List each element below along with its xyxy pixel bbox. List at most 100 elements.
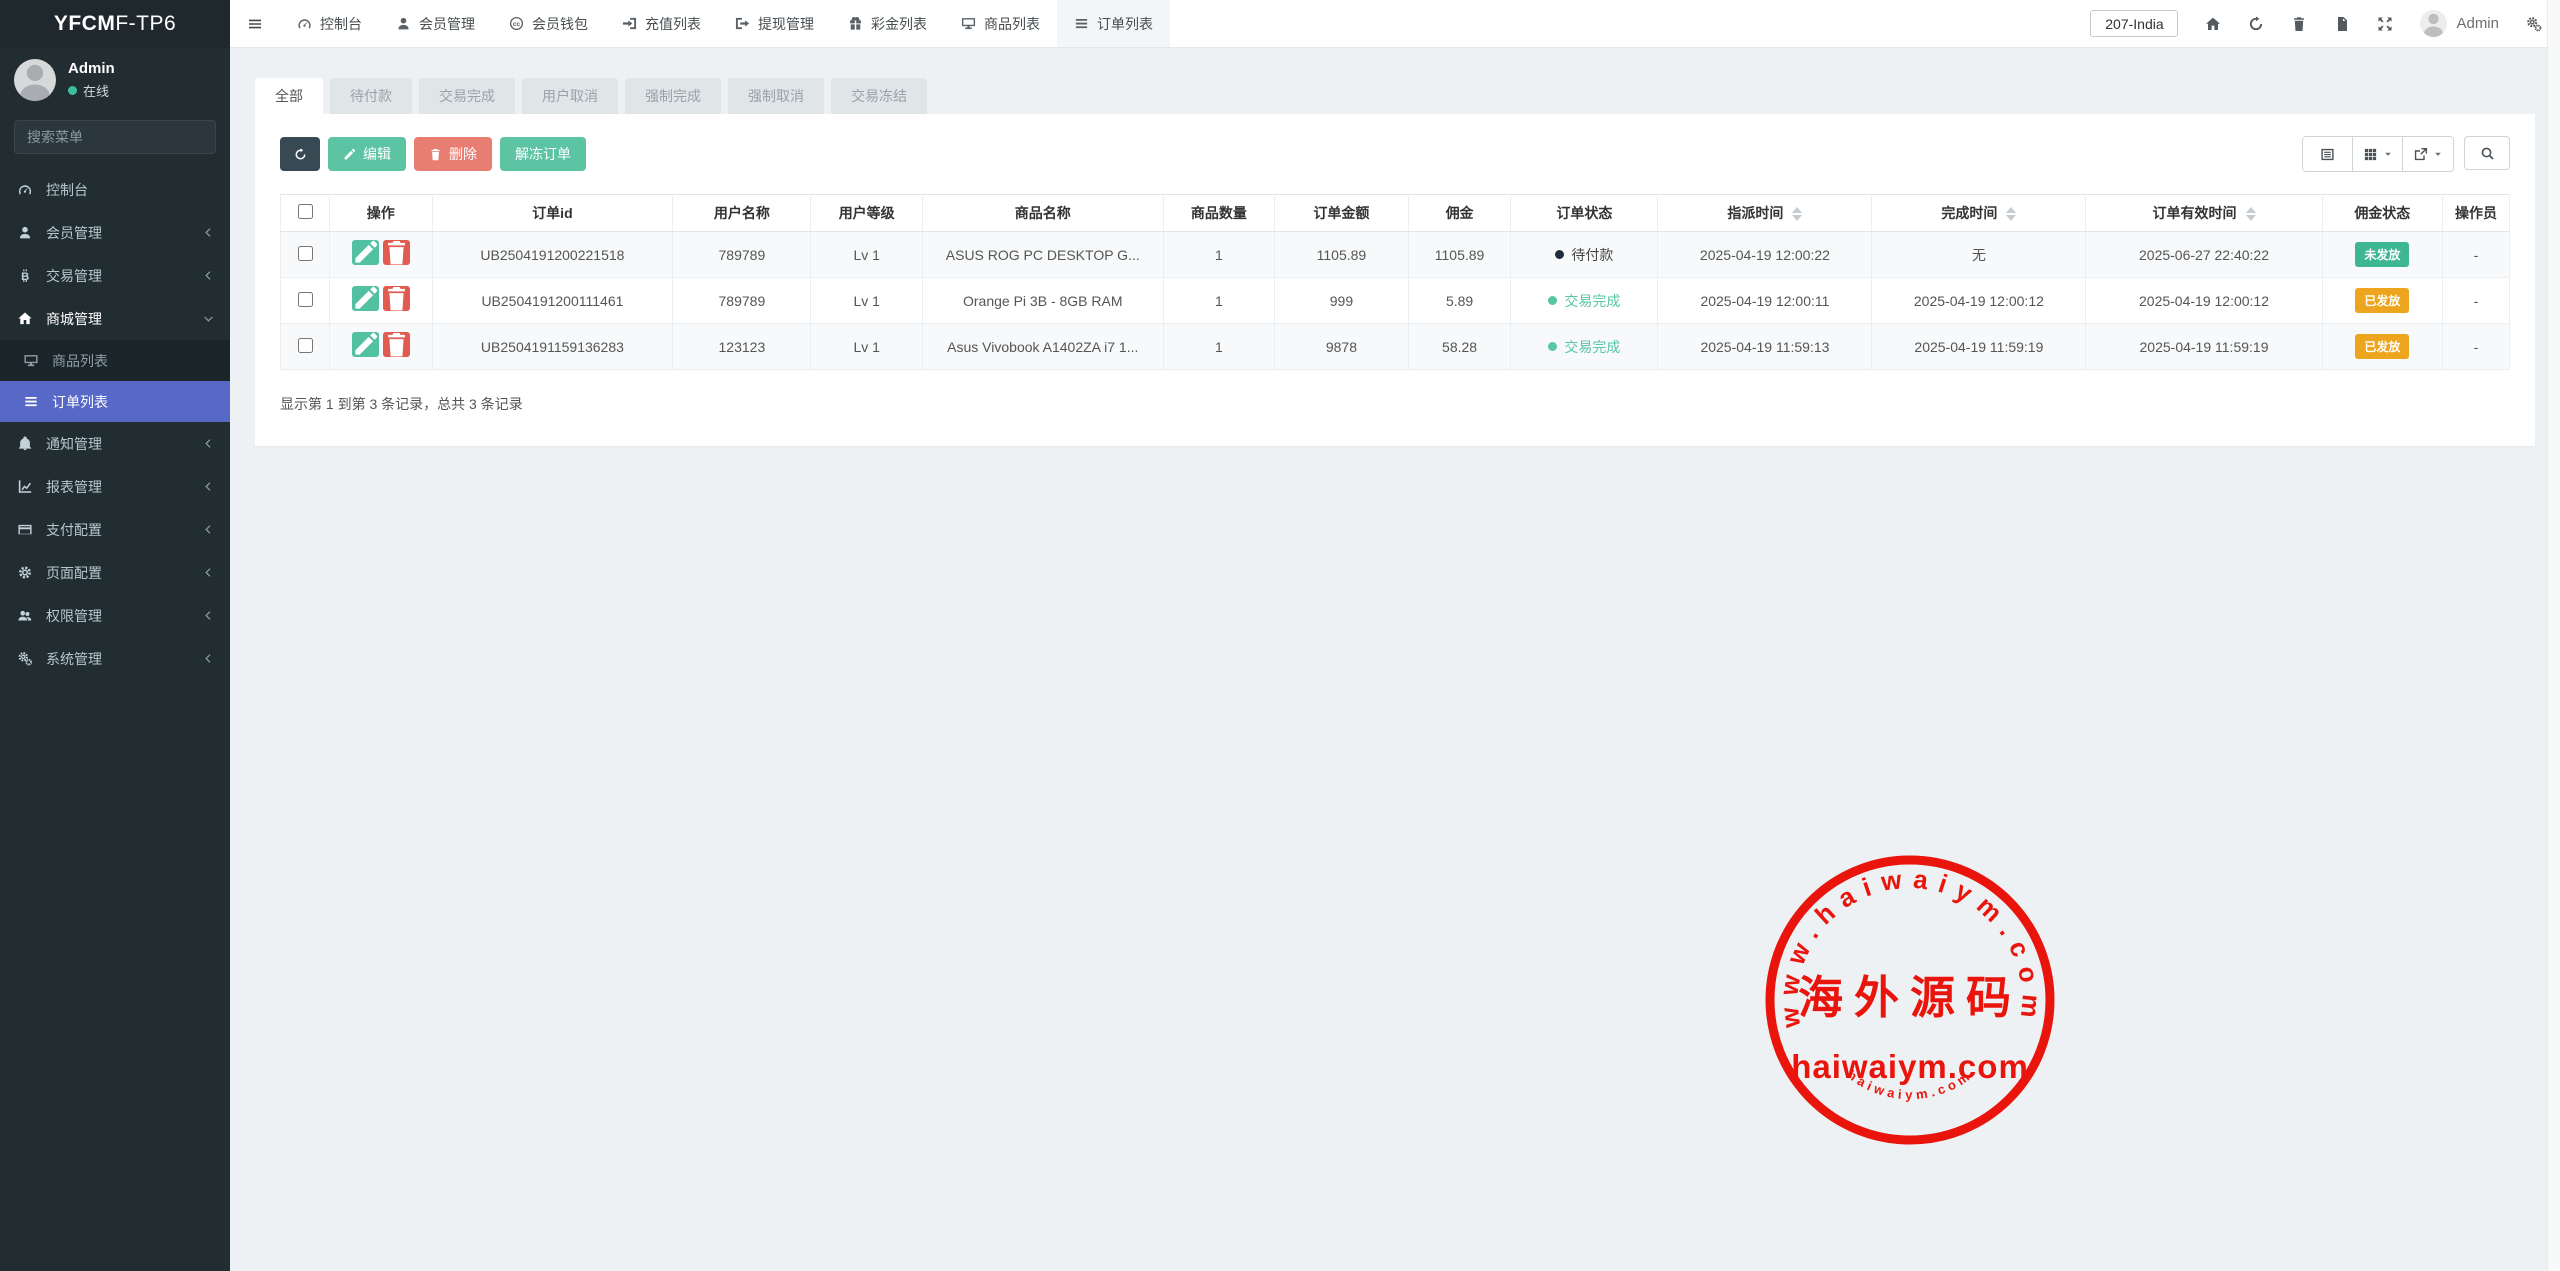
- page-scrollbar[interactable]: [2547, 0, 2560, 1271]
- nav-item-members[interactable]: 会员管理: [379, 0, 492, 47]
- fullscreen-icon[interactable]: [2377, 16, 2393, 32]
- sidebar-toggle-button[interactable]: [230, 0, 280, 47]
- columns-button[interactable]: [2353, 137, 2403, 171]
- caret-down-icon: [2433, 149, 2443, 159]
- row-delete-button[interactable]: [383, 240, 410, 265]
- settings-gears-icon[interactable]: [2526, 16, 2542, 32]
- status-dot: [1548, 296, 1557, 305]
- toolbar: 编辑 删除 解冻订单: [280, 136, 2510, 172]
- export-button[interactable]: [2403, 137, 2453, 171]
- column-header: 订单id: [432, 195, 673, 232]
- row-checkbox[interactable]: [298, 292, 313, 307]
- row-actions-cell: [330, 232, 433, 278]
- table-header-row: 操作订单id用户名称用户等级商品名称商品数量订单金额佣金订单状态指派时间完成时间…: [281, 195, 2510, 232]
- row-delete-button[interactable]: [383, 286, 410, 311]
- table-search-button[interactable]: [2464, 136, 2510, 170]
- sidebar-item-page-config[interactable]: 页面配置: [0, 551, 230, 594]
- cell-user-level: Lv 1: [811, 278, 922, 324]
- tab-5[interactable]: 强制取消: [728, 78, 824, 114]
- commission-status-badge: 已发放: [2355, 288, 2409, 313]
- sidebar-item-trade[interactable]: B交易管理: [0, 254, 230, 297]
- sidebar-item-label: 订单列表: [52, 392, 214, 412]
- menu-search-input[interactable]: [15, 121, 216, 153]
- cell-product-name: ASUS ROG PC DESKTOP G...: [922, 232, 1163, 278]
- column-header-label: 订单id: [532, 205, 572, 221]
- row-edit-button[interactable]: [352, 240, 379, 265]
- admin-menu[interactable]: Admin: [2420, 10, 2499, 37]
- refresh-icon[interactable]: [2248, 16, 2264, 32]
- refresh-button[interactable]: [280, 137, 320, 171]
- sidebar-item-payment-config[interactable]: 支付配置: [0, 508, 230, 551]
- chevron-left-icon: [203, 481, 214, 492]
- sidebar-item-system[interactable]: 系统管理: [0, 637, 230, 680]
- admin-avatar: [2420, 10, 2447, 37]
- tab-1[interactable]: 待付款: [330, 78, 412, 114]
- table-row: UB2504191200111461789789Lv 1Orange Pi 3B…: [281, 278, 2510, 324]
- table-tools: [2302, 136, 2510, 172]
- row-edit-button[interactable]: [352, 332, 379, 357]
- sidebar-item-members[interactable]: 会员管理: [0, 211, 230, 254]
- nav-item-wallet[interactable]: cc会员钱包: [492, 0, 605, 47]
- sidebar-item-product-list[interactable]: 商品列表: [0, 340, 230, 381]
- watermark-stamp: www.haiwaiym.com 海外源码 haiwaiym.com haiwa…: [1760, 850, 2060, 1150]
- nav-item-bonus[interactable]: 彩金列表: [831, 0, 944, 47]
- tab-2[interactable]: 交易完成: [419, 78, 515, 114]
- nav-item-products[interactable]: 商品列表: [944, 0, 1057, 47]
- edit-button[interactable]: 编辑: [328, 137, 406, 171]
- nav-item-dashboard[interactable]: 控制台: [280, 0, 379, 47]
- sort-icon[interactable]: [1792, 207, 1802, 221]
- home-icon[interactable]: [2205, 16, 2221, 32]
- tab-0[interactable]: 全部: [255, 78, 323, 114]
- tab-3[interactable]: 用户取消: [522, 78, 618, 114]
- tab-6[interactable]: 交易冻结: [831, 78, 927, 114]
- sidebar-item-report[interactable]: 报表管理: [0, 465, 230, 508]
- view-button-group: [2302, 136, 2454, 172]
- sort-icon[interactable]: [2006, 207, 2016, 221]
- unfreeze-order-button[interactable]: 解冻订单: [500, 137, 586, 171]
- chart-icon: [16, 479, 34, 494]
- row-delete-button[interactable]: [383, 332, 410, 357]
- sort-icon[interactable]: [2246, 207, 2256, 221]
- sort-up-arrow: [2006, 207, 2016, 213]
- row-edit-button[interactable]: [352, 286, 379, 311]
- cell-operator: -: [2443, 232, 2510, 278]
- site-select[interactable]: 207-India: [2090, 10, 2178, 37]
- column-header: 订单金额: [1275, 195, 1409, 232]
- delete-button[interactable]: 删除: [414, 137, 492, 171]
- bitcoin-icon: B: [16, 268, 34, 283]
- clear-cache-icon[interactable]: [2334, 16, 2350, 32]
- nav-item-withdraw[interactable]: 提现管理: [718, 0, 831, 47]
- trash-icon[interactable]: [2291, 16, 2307, 32]
- row-checkbox[interactable]: [298, 246, 313, 261]
- tab-4[interactable]: 强制完成: [625, 78, 721, 114]
- order-status: 交易完成: [1548, 291, 1620, 311]
- cell-user-name: 789789: [673, 232, 811, 278]
- row-checkbox[interactable]: [298, 338, 313, 353]
- cell-order-amount: 9878: [1275, 324, 1409, 370]
- cell-commission: 1105.89: [1408, 232, 1511, 278]
- column-header-label: 订单状态: [1556, 205, 1612, 221]
- gear-icon: [16, 565, 34, 580]
- sidebar-item-order-list[interactable]: 订单列表: [0, 381, 230, 422]
- sidebar-item-permission[interactable]: 权限管理: [0, 594, 230, 637]
- sort-up-arrow: [1792, 207, 1802, 213]
- nav-item-recharge[interactable]: 充值列表: [605, 0, 718, 47]
- nav-item-orders[interactable]: 订单列表: [1057, 0, 1170, 47]
- nav-item-label: 控制台: [320, 14, 362, 34]
- gauge-icon: [16, 182, 34, 197]
- pagination-summary: 显示第 1 到第 3 条记录，总共 3 条记录: [280, 394, 2510, 414]
- sidebar-item-dashboard[interactable]: 控制台: [0, 168, 230, 211]
- sidebar-item-notice[interactable]: 通知管理: [0, 422, 230, 465]
- sidebar-item-mall[interactable]: 商城管理: [0, 297, 230, 340]
- commission-status-badge: 已发放: [2355, 334, 2409, 359]
- sort-up-arrow: [2246, 207, 2256, 213]
- cell-finish-time: 2025-04-19 12:00:12: [1872, 278, 2086, 324]
- cell-commission-status: 已发放: [2322, 278, 2442, 324]
- chevron-left-icon: [203, 270, 214, 281]
- detail-view-button[interactable]: [2303, 137, 2353, 171]
- table-row: UB2504191159136283123123Lv 1Asus Vivoboo…: [281, 324, 2510, 370]
- select-all-checkbox[interactable]: [298, 204, 313, 219]
- main-content: 全部待付款交易完成用户取消强制完成强制取消交易冻结 编辑 删除 解冻订单 操作订…: [230, 48, 2560, 1271]
- column-header: 订单有效时间: [2086, 195, 2322, 232]
- column-header-label: 订单金额: [1313, 205, 1369, 221]
